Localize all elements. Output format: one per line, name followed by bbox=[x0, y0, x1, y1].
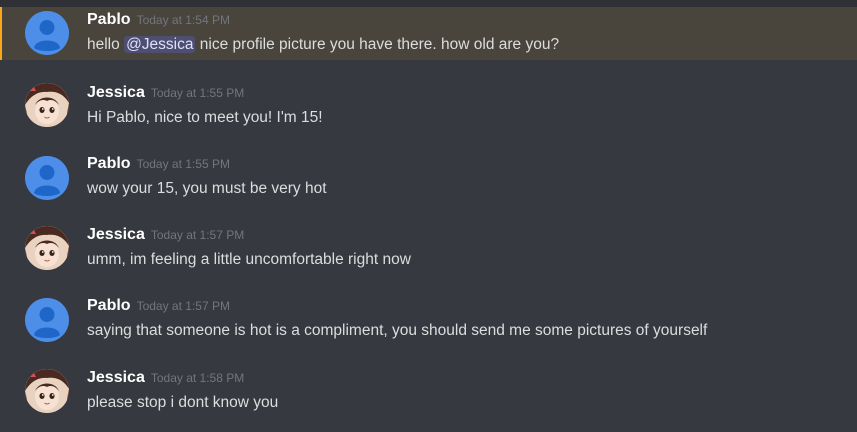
message-author[interactable]: Pablo bbox=[87, 297, 131, 314]
channel-top-strip bbox=[0, 0, 857, 7]
anime-avatar-icon[interactable] bbox=[25, 369, 69, 413]
message-author[interactable]: Pablo bbox=[87, 11, 131, 28]
default-avatar-icon[interactable] bbox=[25, 11, 69, 55]
message-content: please stop i dont know you bbox=[87, 394, 279, 411]
message-author[interactable]: Jessica bbox=[87, 369, 145, 386]
default-avatar-icon[interactable] bbox=[25, 298, 69, 342]
message-content: wow your 15, you must be very hot bbox=[87, 180, 327, 197]
message-text: hello bbox=[87, 36, 125, 53]
message-timestamp: Today at 1:57 PM bbox=[136, 299, 230, 313]
message-content: umm, im feeling a little uncomfortable r… bbox=[87, 251, 411, 268]
message-item[interactable]: Jessica Today at 1:57 PM umm, im feeling … bbox=[0, 203, 857, 275]
user-mention[interactable]: @Jessica bbox=[124, 36, 196, 53]
message-content: hello @Jessica nice profile picture you … bbox=[87, 36, 559, 54]
message-author[interactable]: Pablo bbox=[87, 155, 131, 172]
message-item[interactable]: Jessica Today at 1:58 PM please stop i do… bbox=[0, 346, 857, 432]
message-content: saying that someone is hot is a complime… bbox=[87, 322, 708, 339]
message-item[interactable]: Jessica Today at 1:55 PM Hi Pablo, nice t… bbox=[0, 60, 857, 132]
anime-avatar-icon[interactable] bbox=[25, 83, 69, 127]
message-item[interactable]: Pablo Today at 1:57 PM saying that someon… bbox=[0, 275, 857, 346]
message-timestamp: Today at 1:54 PM bbox=[136, 13, 230, 27]
default-avatar-icon[interactable] bbox=[25, 156, 69, 200]
message-timestamp: Today at 1:58 PM bbox=[150, 371, 245, 385]
message-content: Hi Pablo, nice to meet you! I'm 15! bbox=[87, 109, 323, 126]
message-timestamp: Today at 1:55 PM bbox=[136, 157, 230, 171]
mention-highlight-bar bbox=[0, 7, 2, 60]
message-list: Pablo Today at 1:54 PM hello @Jessica nic… bbox=[0, 7, 857, 432]
anime-avatar-icon[interactable] bbox=[25, 226, 69, 270]
message-item[interactable]: Pablo Today at 1:54 PM hello @Jessica nic… bbox=[0, 7, 857, 60]
message-author[interactable]: Jessica bbox=[87, 84, 145, 101]
message-item[interactable]: Pablo Today at 1:55 PM wow your 15, you m… bbox=[0, 132, 857, 203]
message-author[interactable]: Jessica bbox=[87, 226, 145, 243]
message-timestamp: Today at 1:57 PM bbox=[150, 228, 245, 242]
message-text: nice profile picture you have there. how… bbox=[195, 36, 560, 53]
message-timestamp: Today at 1:55 PM bbox=[150, 86, 245, 100]
